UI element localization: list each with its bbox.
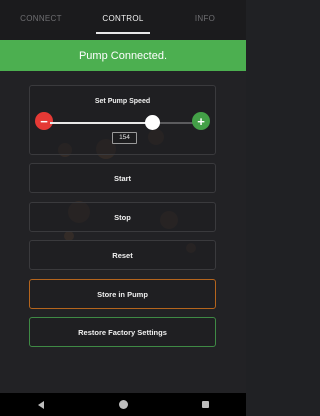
- restore-factory-settings-label: Restore Factory Settings: [78, 327, 167, 337]
- nav-home-button[interactable]: [103, 400, 143, 409]
- tab-info[interactable]: INFO: [164, 0, 246, 40]
- nav-recents-button[interactable]: [185, 401, 225, 408]
- back-icon: [38, 400, 44, 409]
- connection-status-banner: Pump Connected.: [0, 40, 246, 71]
- pump-speed-title: Set Pump Speed: [94, 98, 151, 105]
- store-in-pump-button[interactable]: Store in Pump: [29, 279, 216, 309]
- store-in-pump-label: Store in Pump: [97, 289, 148, 299]
- restore-factory-settings-button[interactable]: Restore Factory Settings: [29, 317, 216, 347]
- tab-control[interactable]: CONTROL: [82, 0, 164, 40]
- home-icon: [118, 400, 128, 409]
- minus-icon: −: [40, 113, 48, 129]
- decrease-speed-button[interactable]: −: [35, 112, 53, 130]
- reset-button[interactable]: Reset: [29, 240, 216, 270]
- pump-speed-card: Set Pump Speed − + 154: [29, 85, 216, 155]
- control-panel: Set Pump Speed − + 154 Start Stop Reset …: [0, 71, 246, 393]
- increase-speed-button[interactable]: +: [192, 112, 210, 130]
- tab-connect[interactable]: CONNECT: [0, 0, 82, 40]
- stop-button-label: Stop: [114, 212, 131, 222]
- tab-bar: CONNECT CONTROL INFO: [0, 0, 246, 40]
- connection-status-text: Pump Connected.: [78, 49, 168, 62]
- nav-back-button[interactable]: [21, 400, 61, 409]
- plus-icon: +: [197, 113, 205, 129]
- system-nav-bar: [0, 393, 246, 416]
- speed-slider-track[interactable]: [50, 122, 196, 124]
- reset-button-label: Reset: [112, 250, 133, 260]
- speed-value-field[interactable]: 154: [112, 132, 137, 144]
- start-button-label: Start: [113, 173, 132, 183]
- recents-icon: [201, 401, 209, 408]
- stop-button[interactable]: Stop: [29, 202, 216, 232]
- start-button[interactable]: Start: [29, 163, 216, 193]
- speed-slider-thumb[interactable]: [145, 115, 161, 130]
- speed-slider-fill: [50, 122, 153, 124]
